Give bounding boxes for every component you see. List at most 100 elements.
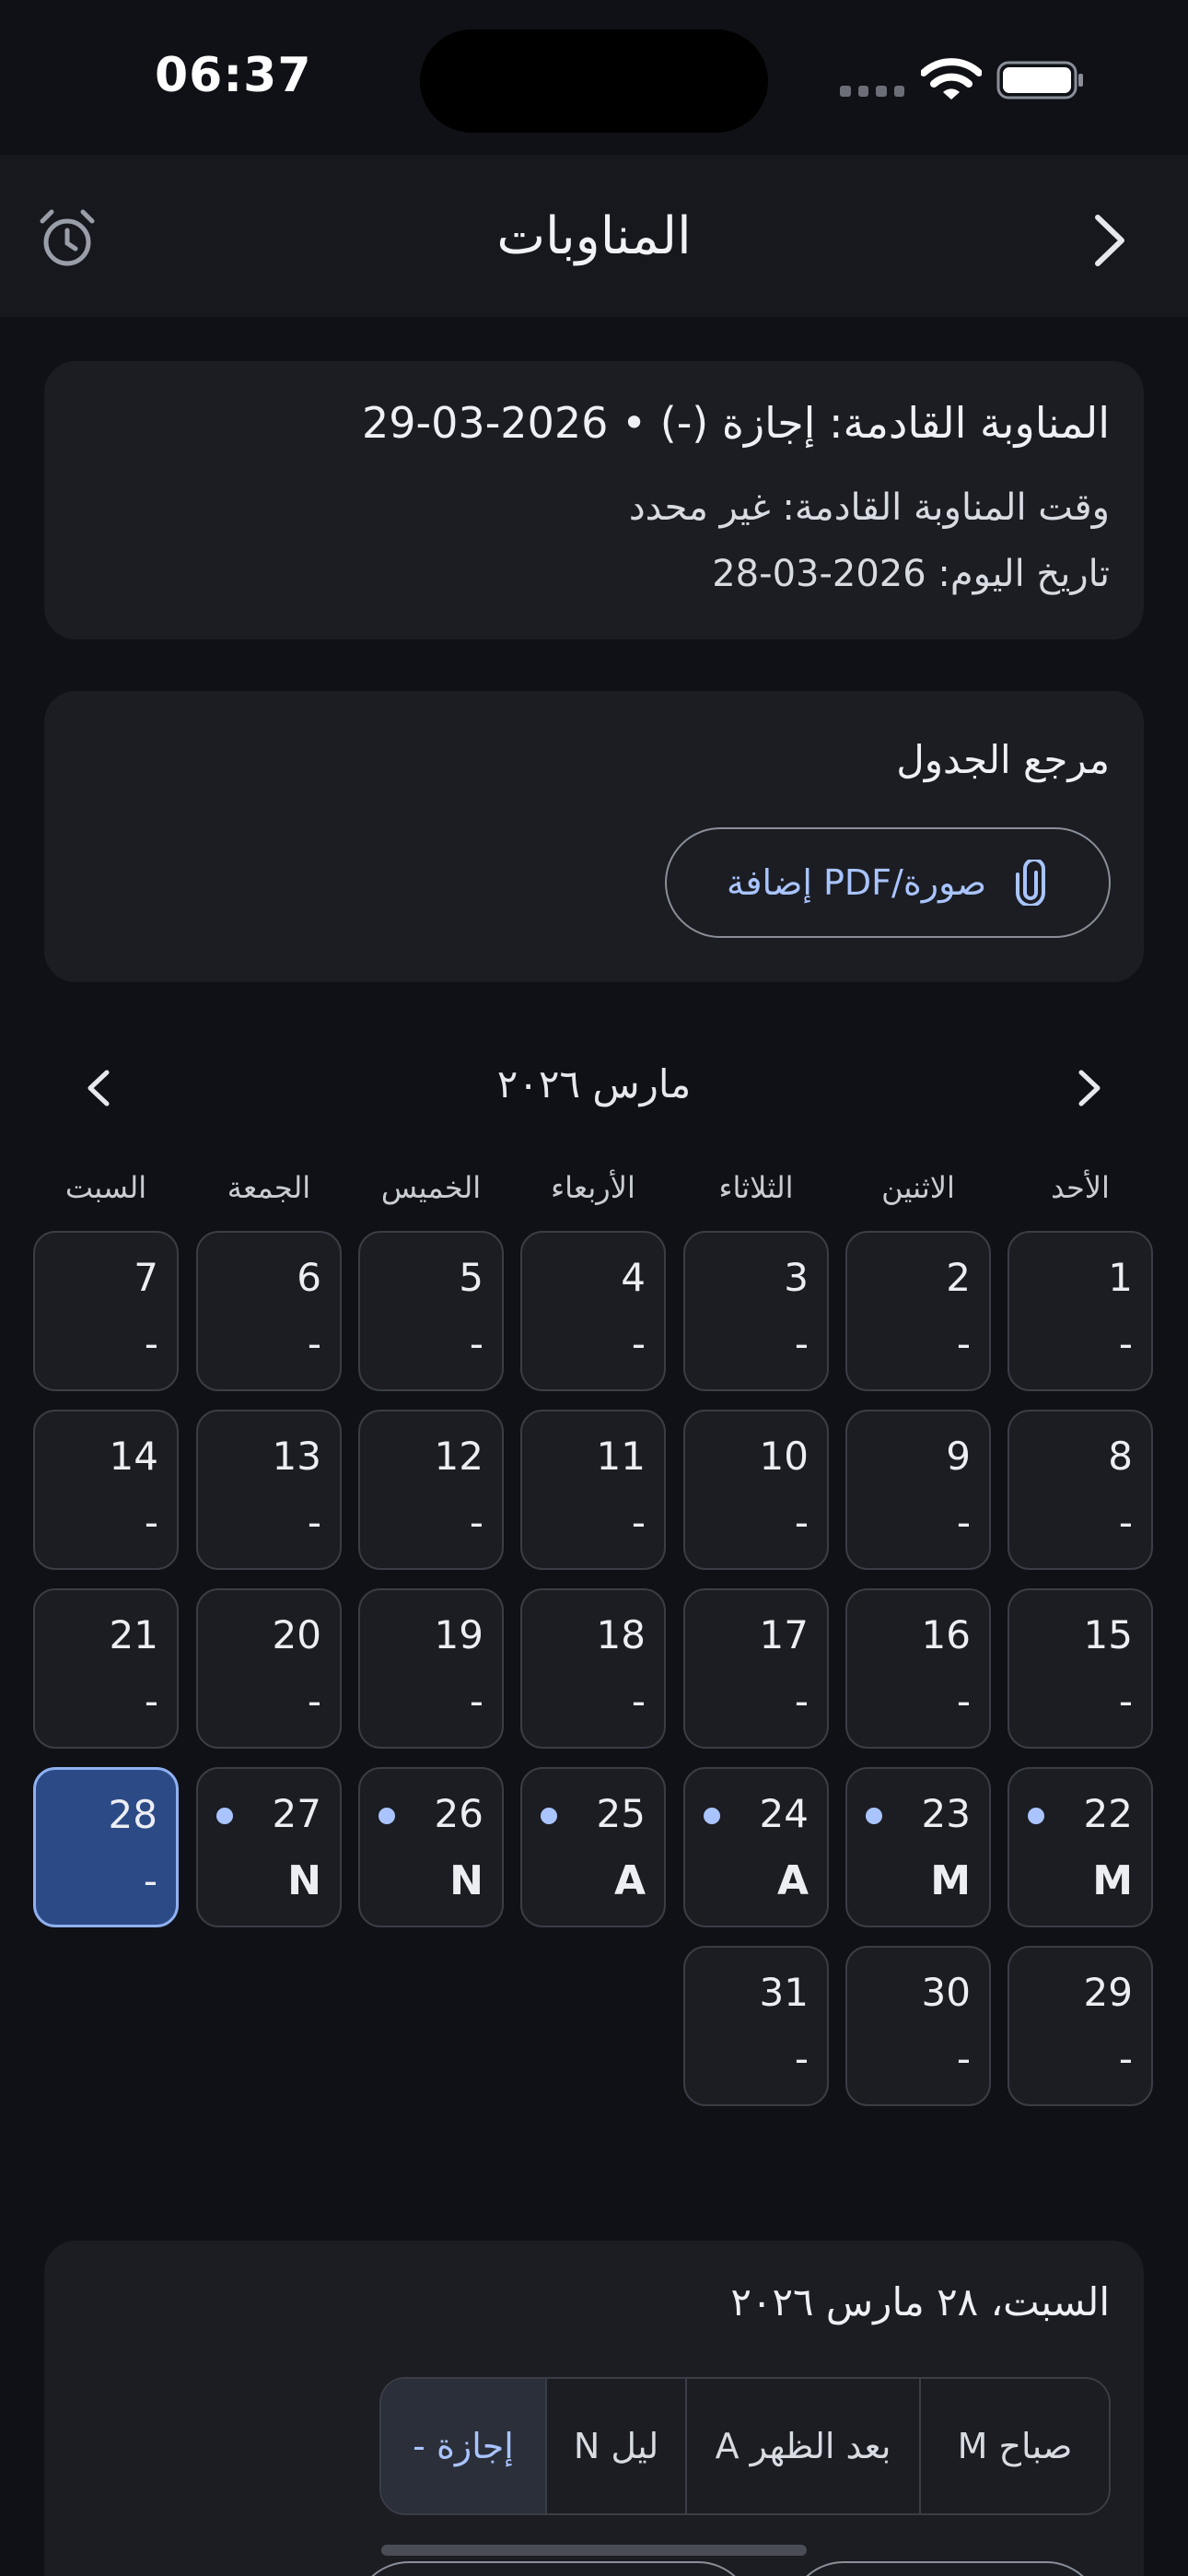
day-shift-code: -	[1118, 1500, 1133, 1545]
calendar-day[interactable]: 7-	[33, 1231, 179, 1391]
shift-option-night[interactable]: N ليل	[547, 2379, 687, 2513]
day-shift-code: A	[776, 1857, 809, 1904]
schedule-reference-title: مرجع الجدول	[896, 737, 1110, 782]
day-shift-code: M	[1092, 1857, 1133, 1904]
day-shift-code: N	[287, 1857, 321, 1904]
calendar-day[interactable]: 15 -	[1007, 1588, 1153, 1749]
calendar-day[interactable]: 23 M	[845, 1767, 991, 1927]
day-number: 22	[1083, 1791, 1133, 1836]
weekday-header: الجمعة	[227, 1170, 311, 1205]
day-number: 27	[272, 1791, 321, 1836]
day-number: 23	[921, 1791, 971, 1836]
day-shift-code: -	[956, 2036, 971, 2081]
calendar-day[interactable]: 3-	[683, 1231, 829, 1391]
shift-dot-indicator	[216, 1808, 233, 1824]
day-shift-code: -	[794, 1679, 809, 1724]
day-shift-code: -	[631, 1321, 646, 1366]
day-number: 12	[434, 1434, 483, 1479]
calendar-day[interactable]: 4-	[520, 1231, 666, 1391]
day-shift-code: M	[930, 1857, 971, 1904]
day-number: 10	[759, 1434, 809, 1479]
next-month-button[interactable]	[1072, 1065, 1109, 1111]
day-number: 19	[434, 1612, 483, 1657]
calendar-day[interactable]: 17 -	[683, 1588, 829, 1749]
day-shift-code: -	[469, 1679, 483, 1724]
calendar-day[interactable]: 29 -	[1007, 1946, 1153, 2106]
day-shift-code: -	[469, 1500, 483, 1545]
shift-option-morning[interactable]: M صباح	[921, 2379, 1109, 2513]
calendar-day[interactable]: 21 -	[33, 1588, 179, 1749]
battery-icon	[996, 61, 1083, 100]
day-number: 4	[621, 1255, 646, 1300]
next-shift-text: المناوبة القادمة: إجازة (-) • 2026-03-29	[361, 398, 1110, 448]
today-date-text: تاريخ اليوم: 2026-03-28	[712, 553, 1110, 595]
day-number: 24	[759, 1791, 809, 1836]
calendar-day[interactable]: 20 -	[196, 1588, 342, 1749]
calendar-day[interactable]: 9-	[845, 1410, 991, 1570]
day-shift-code: -	[794, 2036, 809, 2081]
day-shift-code: -	[631, 1679, 646, 1724]
calendar-day[interactable]: 18 -	[520, 1588, 666, 1749]
calendar-day[interactable]: 8-	[1007, 1410, 1153, 1570]
day-number: 3	[784, 1255, 809, 1300]
day-number: 7	[134, 1255, 158, 1300]
day-number: 9	[946, 1434, 971, 1479]
calendar-day[interactable]: 24 A	[683, 1767, 829, 1927]
calendar-day[interactable]: 19 -	[358, 1588, 504, 1749]
chevron-right-icon[interactable]	[1085, 208, 1135, 273]
day-shift-code: -	[631, 1500, 646, 1545]
calendar-day[interactable]: 12 -	[358, 1410, 504, 1570]
day-shift-code: N	[449, 1857, 483, 1904]
calendar-day[interactable]: 1-	[1007, 1231, 1153, 1391]
day-shift-code: -	[307, 1679, 321, 1724]
action-button[interactable]	[354, 2561, 753, 2576]
day-number: 16	[921, 1612, 971, 1657]
day-shift-code: -	[307, 1500, 321, 1545]
calendar-day[interactable]: 16 -	[845, 1588, 991, 1749]
day-shift-code: A	[613, 1857, 646, 1904]
horizontal-scroll-indicator	[381, 2545, 807, 2556]
add-pdf-image-button[interactable]: إضافة PDF/صورة	[665, 827, 1111, 938]
next-shift-time-text: وقت المناوبة القادمة: غير محدد	[628, 486, 1110, 529]
day-shift-code: -	[1118, 1679, 1133, 1724]
calendar-day[interactable]: 25 A	[520, 1767, 666, 1927]
day-number: 2	[946, 1255, 971, 1300]
calendar-day[interactable]: 6-	[196, 1231, 342, 1391]
calendar-day[interactable]: 31 -	[683, 1946, 829, 2106]
calendar-day-selected[interactable]: 28 -	[33, 1767, 179, 1927]
day-number: 29	[1083, 1970, 1133, 2015]
shift-option-afternoon[interactable]: A بعد الظهر	[687, 2379, 921, 2513]
calendar-day[interactable]: 5-	[358, 1231, 504, 1391]
calendar-day[interactable]: 27 N	[196, 1767, 342, 1927]
add-pdf-image-label: إضافة PDF/صورة	[726, 862, 987, 903]
calendar-day[interactable]: 13 -	[196, 1410, 342, 1570]
calendar-day[interactable]: 10 -	[683, 1410, 829, 1570]
day-number: 17	[759, 1612, 809, 1657]
calendar-day[interactable]: 26 N	[358, 1767, 504, 1927]
paperclip-icon	[1016, 860, 1046, 906]
day-number: 1	[1108, 1255, 1133, 1300]
calendar-day[interactable]: 11 -	[520, 1410, 666, 1570]
shift-dot-indicator	[379, 1808, 395, 1824]
calendar-month-label: مارس ٢٠٢٦	[496, 1061, 692, 1107]
action-button[interactable]	[788, 2561, 1101, 2576]
day-shift-code: -	[956, 1500, 971, 1545]
day-number: 11	[596, 1434, 646, 1479]
wifi-icon	[921, 58, 982, 100]
day-shift-code: -	[143, 1858, 157, 1903]
weekday-header: الثلاثاء	[718, 1170, 794, 1205]
weekday-header: الأربعاء	[551, 1170, 635, 1205]
day-number: 26	[434, 1791, 483, 1836]
status-time: 06:37	[155, 48, 312, 103]
shift-option-off[interactable]: - إجازة	[381, 2379, 547, 2513]
calendar-day[interactable]: 2-	[845, 1231, 991, 1391]
day-shift-code: -	[956, 1321, 971, 1366]
calendar-day[interactable]: 22 M	[1007, 1767, 1153, 1927]
calendar-day[interactable]: 30 -	[845, 1946, 991, 2106]
day-number: 28	[108, 1792, 157, 1837]
cellular-signal-icon	[840, 86, 904, 99]
calendar-day[interactable]: 14 -	[33, 1410, 179, 1570]
day-shift-code: -	[1118, 1321, 1133, 1366]
day-number: 31	[759, 1970, 809, 2015]
day-number: 14	[109, 1434, 158, 1479]
